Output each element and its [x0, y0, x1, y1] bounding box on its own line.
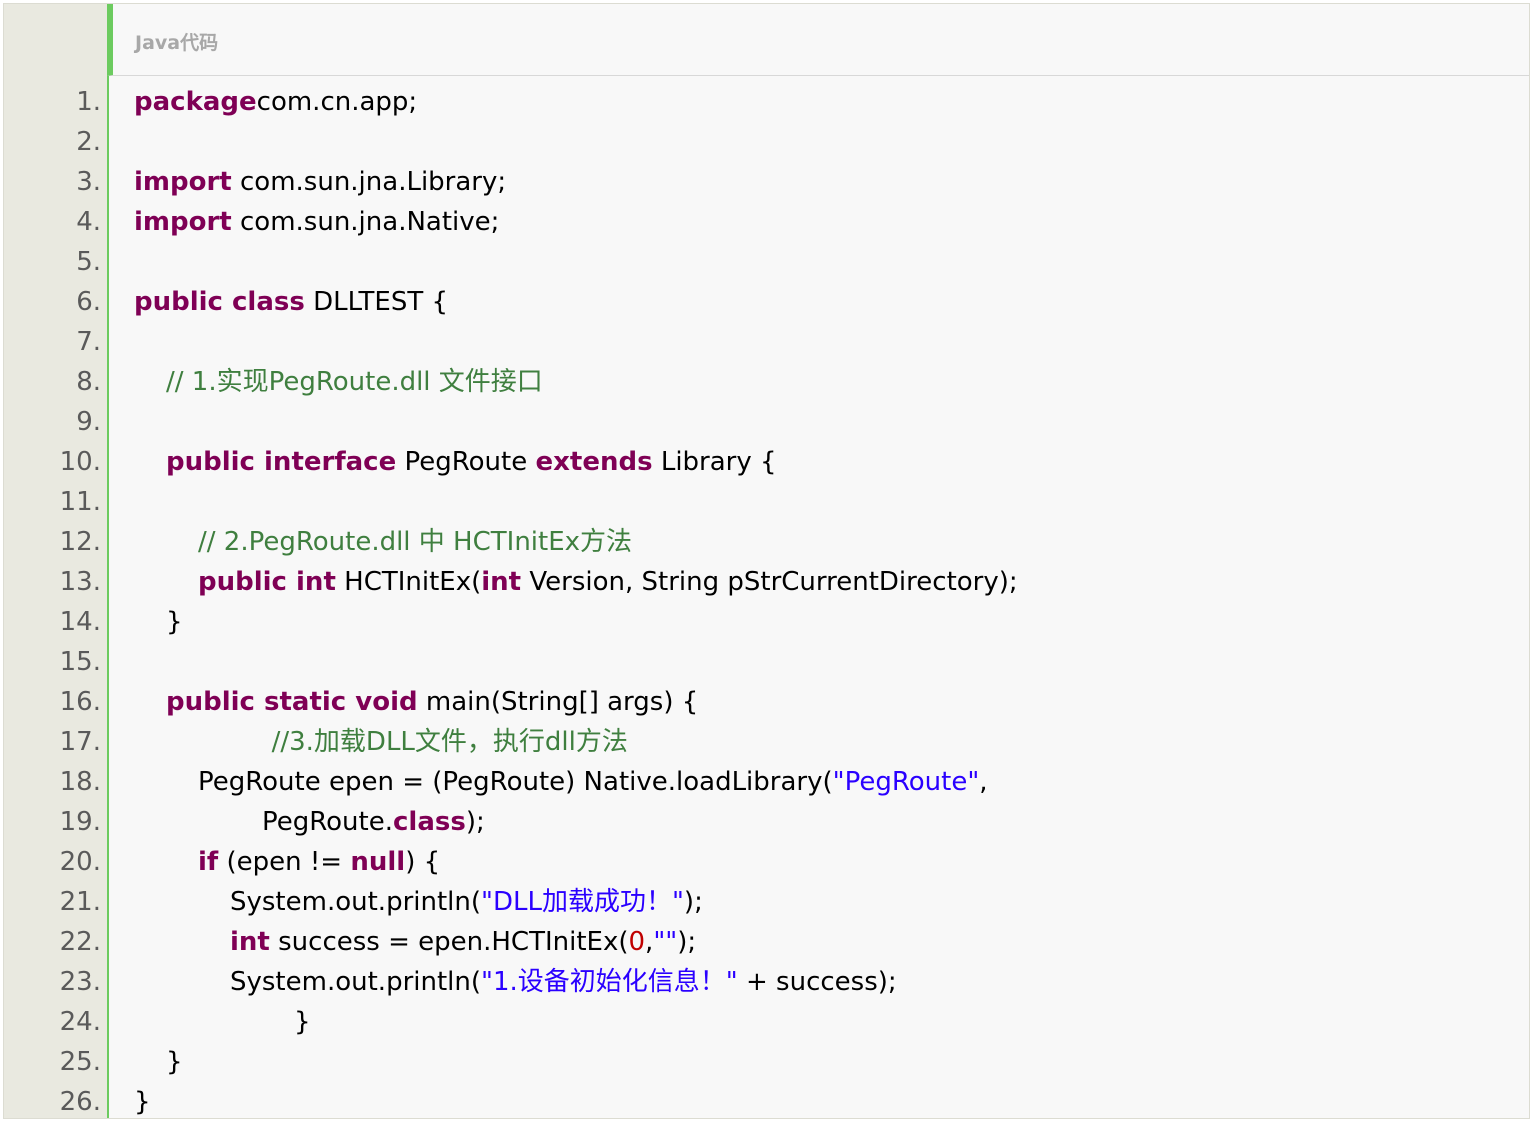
code-token: ) {: [405, 847, 441, 877]
code-area[interactable]: packagecom.cn.app; import com.sun.jna.Lib…: [107, 76, 1529, 1118]
keyword-token: public static void: [166, 687, 418, 717]
keyword-token: int: [481, 567, 522, 597]
line-number: 6.: [76, 287, 101, 317]
code-line: if (epen != null) {: [198, 842, 440, 882]
code-token: ,: [979, 767, 988, 797]
code-header: Java代码: [107, 4, 1529, 76]
code-token: System.out.println(: [230, 967, 481, 997]
code-line: // 2.PegRoute.dll 中 HCTInitEx方法: [198, 522, 632, 562]
line-number: 13.: [59, 567, 101, 597]
line-number: 9.: [76, 407, 101, 437]
code-token: + success);: [737, 967, 897, 997]
line-number-gutter: 1. 2. 3. 4. 5. 6. 7. 8. 9. 10. 11. 12. 13. 14. 15. 16. 1…: [4, 76, 107, 1118]
line-number: 22.: [59, 927, 101, 957]
code-token: DLLTEST {: [304, 287, 449, 317]
string-token: "": [653, 927, 678, 957]
code-token: System.out.println(: [230, 887, 481, 917]
code-token: );: [683, 887, 703, 917]
code-line: public int HCTInitEx(int Version, String…: [198, 562, 1018, 602]
code-token: );: [465, 807, 485, 837]
comment-token: //3.加载DLL文件，执行dll方法: [271, 727, 628, 757]
comment-token: // 1.实现PegRoute.dll 文件接口: [166, 367, 543, 397]
string-token: "DLL加载成功！": [481, 887, 684, 917]
code-line: System.out.println("1.设备初始化信息！" + succes…: [230, 962, 897, 1002]
code-block: Java代码 1. 2. 3. 4. 5. 6. 7. 8. 9. 10. 11. 12. 13. 14.…: [3, 3, 1530, 1119]
code-line: public static void main(String[] args) {: [166, 682, 698, 722]
line-number: 7.: [76, 327, 101, 357]
code-line: import com.sun.jna.Native;: [134, 202, 499, 242]
code-token: Version, String pStrCurrentDirectory);: [521, 567, 1018, 597]
code-line: System.out.println("DLL加载成功！");: [230, 882, 703, 922]
comment-token: // 2.PegRoute.dll 中 HCTInitEx方法: [198, 527, 633, 557]
code-line: public interface PegRoute extends Librar…: [166, 442, 777, 482]
code-token: );: [677, 927, 697, 957]
line-number: 3.: [76, 167, 101, 197]
code-line: int success = epen.HCTInitEx(0,"");: [230, 922, 696, 962]
line-number: 18.: [59, 767, 101, 797]
code-token: }: [134, 1087, 151, 1117]
string-token: "PegRoute": [832, 767, 980, 797]
code-token: PegRoute: [396, 447, 536, 477]
line-number: 25.: [59, 1047, 101, 1077]
code-language-title: Java代码: [135, 32, 219, 54]
code-line: }: [294, 1002, 311, 1042]
code-token: PegRoute epen = (PegRoute) Native.loadLi…: [198, 767, 833, 797]
keyword-token: extends: [535, 447, 653, 477]
code-line: packagecom.cn.app;: [134, 82, 417, 122]
keyword-token: public int: [198, 567, 336, 597]
code-line: PegRoute.class);: [262, 802, 485, 842]
line-number: 23.: [59, 967, 101, 997]
line-number: 2.: [76, 127, 101, 157]
code-token: PegRoute.: [262, 807, 393, 837]
code-line: //3.加载DLL文件，执行dll方法: [272, 722, 628, 762]
code-token: }: [166, 1047, 183, 1077]
code-line: PegRoute epen = (PegRoute) Native.loadLi…: [198, 762, 988, 802]
line-number: 1.: [76, 87, 101, 117]
line-number: 4.: [76, 207, 101, 237]
line-number: 16.: [59, 687, 101, 717]
keyword-token: package: [134, 87, 257, 117]
code-token: com.sun.jna.Native;: [231, 207, 500, 237]
line-number: 8.: [76, 367, 101, 397]
line-number: 21.: [59, 887, 101, 917]
code-token: }: [166, 607, 183, 637]
line-number: 20.: [59, 847, 101, 877]
keyword-token: import: [134, 167, 232, 197]
keyword-token: import: [134, 207, 232, 237]
code-token: com.cn.app;: [256, 87, 418, 117]
keyword-token: if: [198, 847, 219, 877]
code-token: }: [294, 1007, 311, 1037]
code-token: com.sun.jna.Library;: [231, 167, 507, 197]
line-number: 19.: [59, 807, 101, 837]
code-token: Library {: [652, 447, 777, 477]
line-number: 24.: [59, 1007, 101, 1037]
keyword-token: class: [393, 807, 466, 837]
line-number: 11.: [59, 487, 101, 517]
line-number: 5.: [76, 247, 101, 277]
line-number: 17.: [59, 727, 101, 757]
code-token: (epen !=: [218, 847, 351, 877]
code-line: public class DLLTEST {: [134, 282, 448, 322]
code-line: }: [166, 602, 183, 642]
code-token: main(String[] args) {: [417, 687, 699, 717]
code-line: }: [166, 1042, 183, 1082]
code-line: }: [134, 1082, 151, 1122]
code-line: // 1.实现PegRoute.dll 文件接口: [166, 362, 543, 402]
string-token: "1.设备初始化信息！": [481, 967, 738, 997]
keyword-token: int: [230, 927, 270, 957]
line-number: 26.: [59, 1087, 101, 1117]
line-number: 10.: [59, 447, 101, 477]
code-line: import com.sun.jna.Library;: [134, 162, 506, 202]
keyword-token: null: [350, 847, 406, 877]
code-token: HCTInitEx(: [335, 567, 482, 597]
keyword-token: public interface: [166, 447, 397, 477]
line-number: 12.: [59, 527, 101, 557]
code-token: success = epen.HCTInitEx(: [269, 927, 629, 957]
line-number: 14.: [59, 607, 101, 637]
line-number: 15.: [59, 647, 101, 677]
keyword-token: public class: [134, 287, 305, 317]
number-token: 0: [628, 927, 646, 957]
